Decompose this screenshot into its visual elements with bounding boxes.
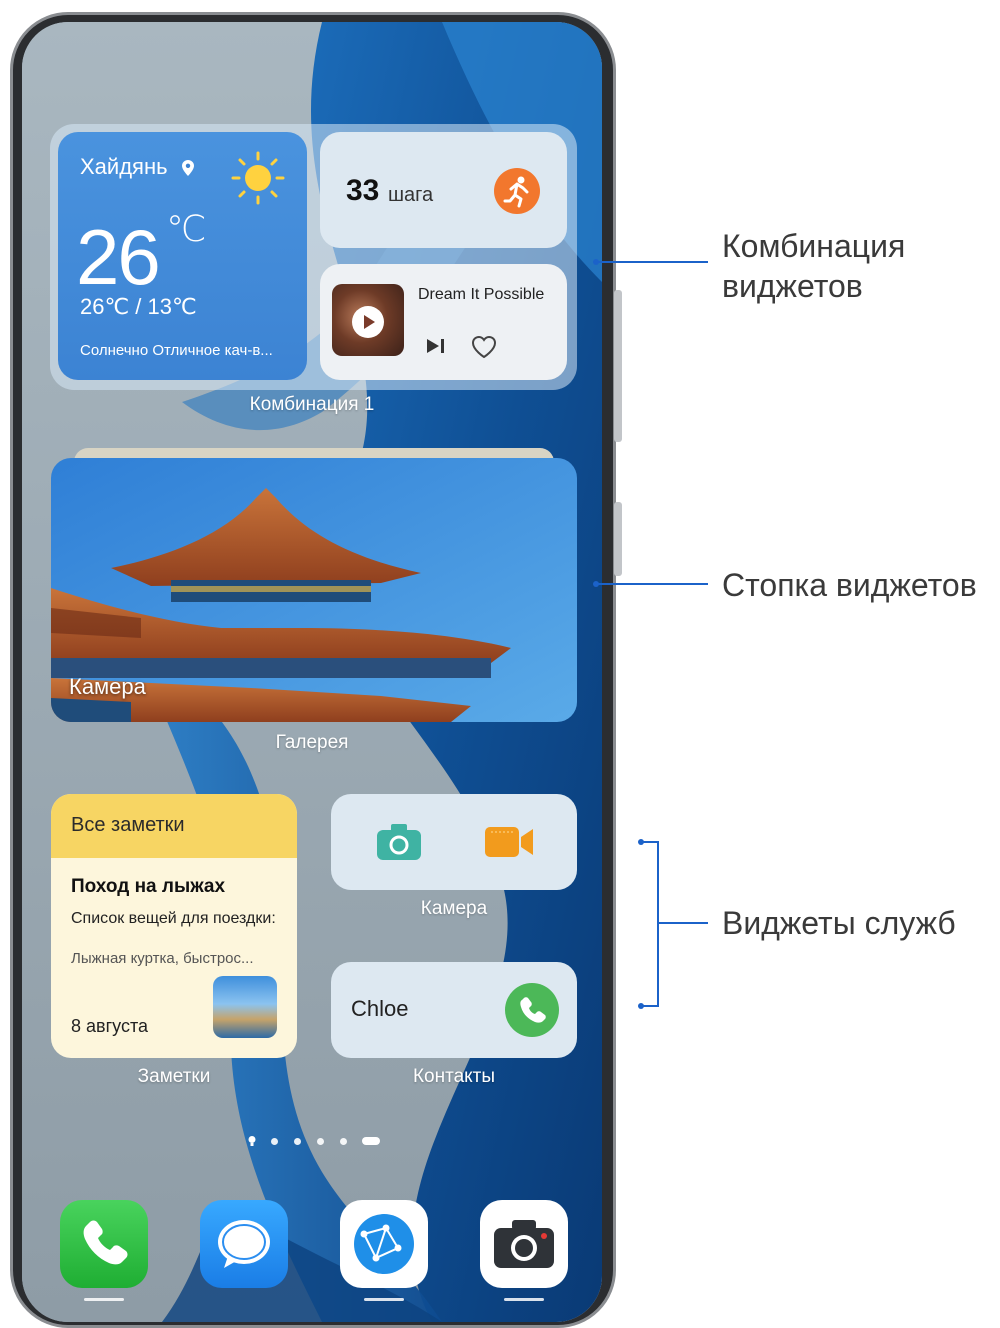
- page-dot-active[interactable]: [362, 1137, 380, 1145]
- dock-phone-app[interactable]: [60, 1200, 148, 1288]
- dock-indicator: [84, 1298, 124, 1301]
- dock-camera-app[interactable]: [480, 1200, 568, 1288]
- music-card[interactable]: Dream It Possible: [320, 264, 567, 380]
- note-thumbnail: [213, 976, 277, 1038]
- annotation-line-services: [659, 922, 708, 924]
- stack-camera-label: Камера: [69, 674, 146, 699]
- notes-header-title: Все заметки: [71, 814, 185, 836]
- dock-messages-app[interactable]: [200, 1200, 288, 1288]
- album-art: [332, 284, 404, 356]
- annotation-services: Виджеты служб: [722, 905, 956, 941]
- note-snippet: Лыжная куртка, быстрос...: [71, 950, 254, 967]
- phone-icon: [83, 1220, 128, 1265]
- messages-icon: [218, 1220, 270, 1268]
- annotation-line-combination: [596, 261, 708, 263]
- page-dot[interactable]: [317, 1138, 324, 1145]
- phone-icon: [520, 997, 546, 1023]
- steps-count: 33: [346, 174, 380, 207]
- gallery-widget[interactable]: Камера: [51, 458, 577, 722]
- notes-label: Заметки: [137, 1066, 211, 1087]
- page-dot[interactable]: [340, 1138, 347, 1145]
- contact-name: Chloe: [351, 996, 409, 1021]
- camera-icon: [494, 1220, 554, 1268]
- annotation-stack: Стопка виджетов: [722, 567, 977, 603]
- home-screen: Хайдянь 26 ℃ 26℃ / 13℃ Солнечно Отличное…: [22, 22, 602, 1322]
- note-body: Список вещей для поездки:: [71, 910, 276, 927]
- browser-icon: [354, 1214, 414, 1274]
- photo-camera-icon[interactable]: [375, 822, 423, 862]
- call-button[interactable]: [505, 983, 559, 1037]
- dock-indicator: [504, 1298, 544, 1301]
- note-title: Поход на лыжах: [71, 876, 226, 897]
- weather-range: 26℃ / 13℃: [80, 294, 197, 319]
- annotation-combination: Комбинация виджетов: [722, 228, 906, 304]
- annotation-bracket-vertical: [657, 841, 659, 1007]
- lightbulb-icon: [248, 1136, 256, 1146]
- dock-indicator: [364, 1298, 404, 1301]
- song-title: Dream It Possible: [418, 286, 545, 303]
- note-date: 8 августа: [71, 1016, 149, 1036]
- annotation-line-stack: [596, 583, 708, 585]
- sun-icon: [231, 151, 285, 205]
- camera-service-label: Камера: [420, 898, 488, 919]
- contacts-label: Контакты: [412, 1066, 496, 1087]
- steps-card[interactable]: 33 шага: [320, 132, 567, 248]
- next-track-icon[interactable]: [424, 336, 448, 356]
- play-icon[interactable]: [352, 306, 384, 338]
- steps-unit-label: шага: [388, 184, 434, 206]
- dock-browser-app[interactable]: [340, 1200, 428, 1288]
- weather-card[interactable]: Хайдянь 26 ℃ 26℃ / 13℃ Солнечно Отличное…: [58, 132, 307, 380]
- notes-header: Все заметки: [51, 794, 297, 858]
- camera-service-widget[interactable]: [331, 794, 577, 890]
- notes-widget[interactable]: Все заметки Поход на лыжах Список вещей …: [51, 794, 297, 1058]
- weather-description: Солнечно Отличное кач-в...: [80, 342, 273, 359]
- heart-icon[interactable]: [470, 334, 498, 360]
- page-dot[interactable]: [294, 1138, 301, 1145]
- weather-city: Хайдянь: [80, 154, 168, 179]
- volume-button: [614, 290, 622, 442]
- page-dot[interactable]: [271, 1138, 278, 1145]
- contacts-widget[interactable]: Chloe: [331, 962, 577, 1058]
- location-pin-icon: [182, 160, 194, 176]
- weather-unit: ℃: [166, 208, 207, 249]
- combination-label: Комбинация 1: [249, 394, 375, 415]
- weather-temperature: 26: [76, 213, 161, 301]
- running-icon: [494, 168, 540, 214]
- power-button: [614, 502, 622, 576]
- video-camera-icon[interactable]: [483, 824, 535, 860]
- gallery-label: Галерея: [275, 732, 349, 753]
